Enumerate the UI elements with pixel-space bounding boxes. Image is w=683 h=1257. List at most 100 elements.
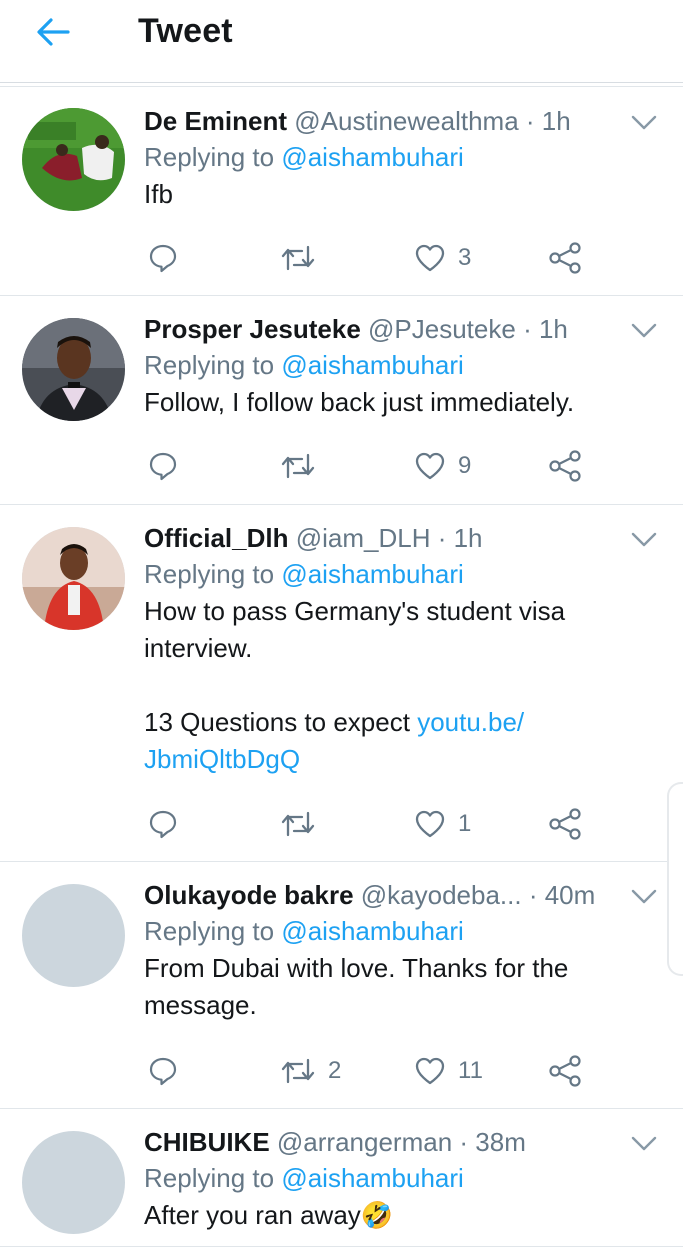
retweet-button[interactable] bbox=[280, 238, 328, 278]
heart-icon bbox=[415, 452, 445, 480]
reply-button[interactable] bbox=[148, 238, 178, 278]
retweet-button[interactable]: 2 bbox=[280, 1051, 341, 1091]
display-name[interactable]: De Eminent bbox=[144, 106, 287, 136]
retweet-button[interactable] bbox=[280, 804, 328, 844]
replying-to-label: Replying to bbox=[144, 142, 275, 172]
display-name[interactable]: CHIBUIKE bbox=[144, 1127, 270, 1157]
back-arrow-icon bbox=[37, 18, 70, 46]
user-handle[interactable]: @PJesuteke bbox=[368, 314, 516, 344]
mention-link[interactable]: @aishambuhari bbox=[281, 142, 463, 172]
tweet[interactable]: Official_Dlh @iam_DLH · 1h Replying to @… bbox=[0, 505, 683, 862]
retweet-icon bbox=[281, 453, 315, 479]
tweet-text: After you ran away bbox=[144, 1200, 361, 1230]
mention-link[interactable]: @aishambuhari bbox=[281, 1163, 463, 1193]
url-link[interactable]: youtu.be/ bbox=[417, 707, 524, 737]
tweet[interactable]: Olukayode bakre @kayodeba... · 40m Reply… bbox=[0, 862, 683, 1109]
tweet-text: How to pass Germany's student visa inter… bbox=[144, 593, 663, 778]
tweet-actions: 2 11 bbox=[144, 1051, 664, 1091]
avatar[interactable] bbox=[22, 527, 125, 630]
mention-link[interactable]: @aishambuhari bbox=[281, 559, 463, 589]
tweet-text-line: How to pass Germany's student visa bbox=[144, 596, 566, 626]
heart-icon bbox=[415, 244, 445, 272]
reply-button[interactable] bbox=[148, 1051, 178, 1091]
retweet-icon bbox=[281, 811, 315, 837]
back-button[interactable] bbox=[30, 14, 76, 50]
chevron-down-icon[interactable] bbox=[631, 531, 657, 549]
tweet-actions: 1 bbox=[144, 804, 664, 844]
like-button[interactable]: 11 bbox=[414, 1051, 483, 1091]
tweet[interactable]: CHIBUIKE @arrangerman · 38m Replying to … bbox=[0, 1109, 683, 1247]
chevron-down-icon[interactable] bbox=[631, 888, 657, 906]
page-title: Tweet bbox=[138, 12, 233, 50]
timestamp: · 38m bbox=[459, 1127, 526, 1157]
timestamp: · 40m bbox=[528, 880, 596, 910]
retweet-count: 2 bbox=[328, 1057, 342, 1084]
share-icon bbox=[549, 808, 581, 840]
tweet-actions: 9 bbox=[144, 446, 664, 486]
avatar[interactable] bbox=[22, 884, 125, 987]
like-button[interactable]: 9 bbox=[414, 446, 471, 486]
display-name[interactable]: Olukayode bakre bbox=[144, 880, 354, 910]
replying-to-label: Replying to bbox=[144, 916, 275, 946]
user-handle[interactable]: @arrangerman bbox=[277, 1127, 452, 1157]
timestamp: · 1h bbox=[437, 523, 483, 553]
retweet-icon bbox=[281, 245, 315, 271]
like-count: 1 bbox=[458, 810, 472, 837]
like-button[interactable]: 3 bbox=[414, 238, 471, 278]
tweet-text-line: interview. bbox=[144, 633, 253, 663]
mention-link[interactable]: @aishambuhari bbox=[281, 916, 463, 946]
share-button[interactable] bbox=[548, 446, 582, 486]
share-icon bbox=[549, 1055, 581, 1087]
avatar[interactable] bbox=[22, 108, 125, 211]
timestamp: · 1h bbox=[523, 314, 568, 344]
share-icon bbox=[549, 450, 581, 482]
replying-to-label: Replying to bbox=[144, 1163, 275, 1193]
like-count: 11 bbox=[458, 1057, 483, 1084]
mention-link[interactable]: @aishambuhari bbox=[281, 350, 463, 380]
avatar[interactable] bbox=[22, 318, 125, 421]
reply-button[interactable] bbox=[148, 446, 178, 486]
avatar[interactable] bbox=[22, 1131, 125, 1234]
tweet-actions: 3 bbox=[144, 238, 664, 278]
tweet-text-line: From Dubai with love. Thanks for the bbox=[144, 953, 569, 983]
scroll-handle[interactable] bbox=[667, 782, 683, 976]
url-link-continued[interactable]: JbmiQltbDgQ bbox=[144, 741, 663, 778]
heart-icon bbox=[415, 810, 445, 838]
chevron-down-icon[interactable] bbox=[631, 114, 657, 132]
reply-icon bbox=[149, 452, 177, 481]
top-app-bar: Tweet bbox=[0, 0, 683, 83]
display-name[interactable]: Prosper Jesuteke bbox=[144, 314, 361, 344]
retweet-icon bbox=[281, 1058, 315, 1084]
reply-icon bbox=[149, 810, 177, 839]
share-button[interactable] bbox=[548, 1051, 582, 1091]
retweet-button[interactable] bbox=[280, 446, 328, 486]
like-button[interactable]: 1 bbox=[414, 804, 471, 844]
chevron-down-icon[interactable] bbox=[631, 322, 657, 340]
chevron-down-icon[interactable] bbox=[631, 1135, 657, 1153]
replying-to-label: Replying to bbox=[144, 559, 275, 589]
reply-button[interactable] bbox=[148, 804, 178, 844]
share-icon bbox=[549, 242, 581, 274]
heart-icon bbox=[415, 1057, 445, 1085]
tweet-text: Ifb bbox=[144, 179, 173, 209]
divider bbox=[0, 86, 683, 87]
timestamp: · 1h bbox=[525, 106, 571, 136]
share-button[interactable] bbox=[548, 804, 582, 844]
user-handle[interactable]: @Austinewealthma bbox=[294, 106, 518, 136]
laughing-emoji-icon: 🤣 bbox=[360, 1200, 394, 1230]
tweet-text-line: 13 Questions to expect bbox=[144, 707, 410, 737]
tweet[interactable]: Prosper Jesuteke @PJesuteke · 1h Replyin… bbox=[0, 296, 683, 505]
user-handle[interactable]: @iam_DLH bbox=[296, 523, 431, 553]
like-count: 9 bbox=[458, 452, 472, 479]
user-handle[interactable]: @kayodeba... bbox=[361, 880, 522, 910]
tweet-text: Follow, I follow back just immediately. bbox=[144, 387, 575, 417]
display-name[interactable]: Official_Dlh bbox=[144, 523, 288, 553]
tweet-text: From Dubai with love. Thanks for the mes… bbox=[144, 950, 663, 1024]
replying-to-label: Replying to bbox=[144, 350, 275, 380]
share-button[interactable] bbox=[548, 238, 582, 278]
like-count: 3 bbox=[458, 244, 472, 271]
reply-icon bbox=[149, 244, 177, 273]
reply-icon bbox=[149, 1057, 177, 1086]
tweet-text-line: message. bbox=[144, 990, 257, 1020]
tweet[interactable]: De Eminent @Austinewealthma · 1h Replyin… bbox=[0, 88, 683, 296]
